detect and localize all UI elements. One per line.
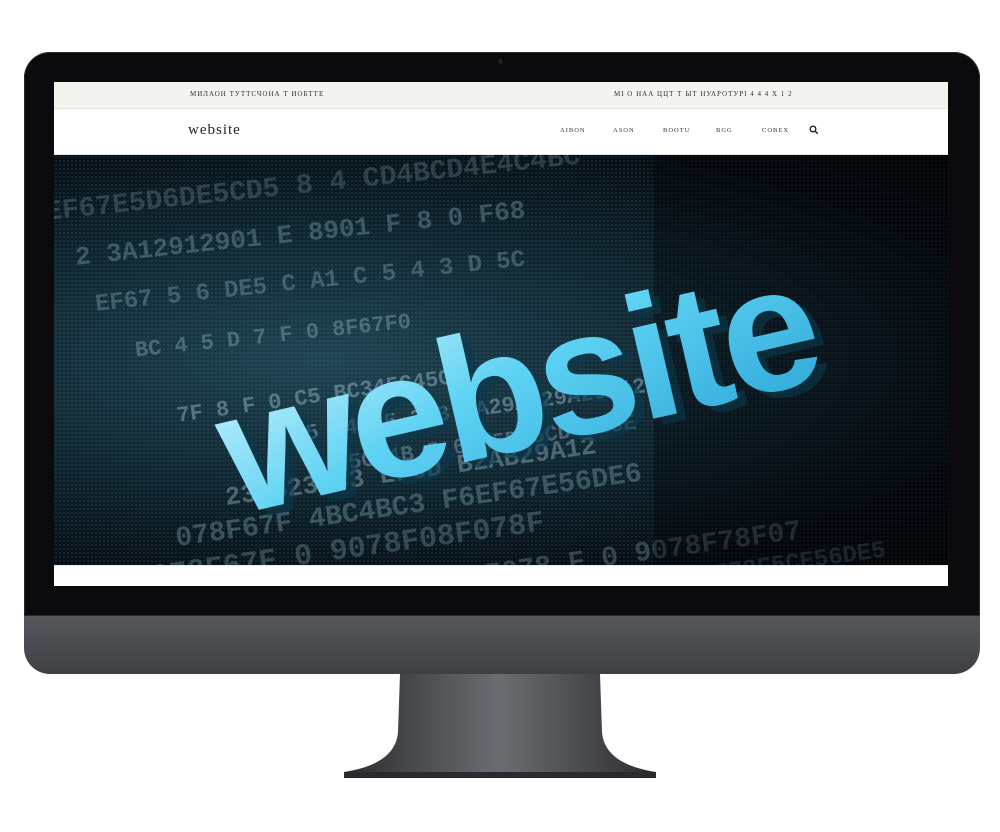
camera-dot	[498, 59, 503, 64]
hero-graphic: EF67E5D6DE5CD5 8 4 CD4BCD4E4C4BC 2 3A129…	[54, 155, 948, 565]
screen: МИЛАОН ТУТТСЧОНА Т ИОБТТЕ МІ О НАА ЦЦТ Т…	[54, 82, 948, 586]
brand-logo[interactable]: website	[188, 122, 241, 139]
nav-item-3[interactable]: BOOTU	[663, 127, 690, 134]
nav-item-5[interactable]: COBEX	[762, 127, 789, 134]
hero-banner: EF67E5D6DE5CD5 8 4 CD4BCD4E4C4BC 2 3A129…	[54, 155, 948, 565]
monitor-stand	[340, 674, 660, 778]
monitor-chin	[24, 616, 980, 674]
search-icon[interactable]	[809, 125, 819, 135]
top-info-right: МІ О НАА ЦЦТ Т ЫТ НУАРОТУРІ 4 4 4 Х 1 2	[614, 90, 793, 98]
nav-item-2[interactable]: ASON	[613, 127, 635, 134]
page-below-hero	[54, 565, 948, 586]
top-info-left: МИЛАОН ТУТТСЧОНА Т ИОБТТЕ	[190, 90, 325, 98]
nav-item-4[interactable]: BGG	[716, 127, 733, 134]
top-info-bar: МИЛАОН ТУТТСЧОНА Т ИОБТТЕ МІ О НАА ЦЦТ Т…	[54, 82, 948, 109]
nav-item-1[interactable]: AIBON	[560, 127, 586, 134]
